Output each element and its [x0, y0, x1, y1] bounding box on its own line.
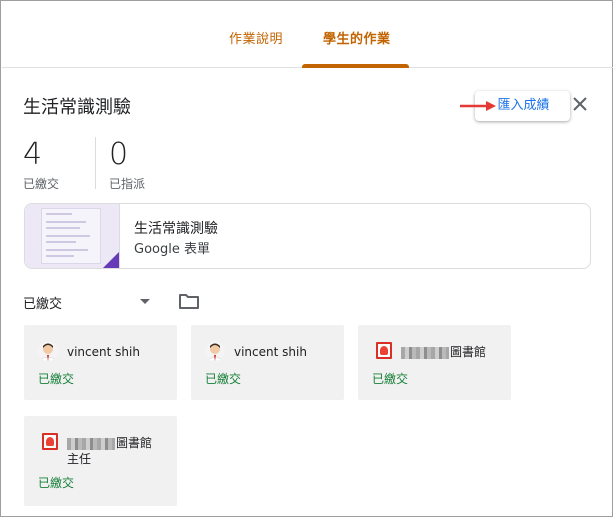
submission-status: 已繳交 [372, 372, 409, 386]
stats-divider [95, 137, 96, 189]
forms-corner-icon [103, 252, 119, 268]
redacted-name [67, 437, 115, 450]
student-name-line2: 主任 [67, 452, 92, 466]
dialog-frame: 作業說明 學生的作業 生活常識測驗 匯入成績 4 已繳交 0 已指派 生活常識測… [0, 0, 613, 517]
library-icon [376, 342, 392, 359]
person-avatar [205, 341, 225, 361]
student-name: vincent shih [234, 345, 307, 359]
redacted-name [401, 346, 449, 359]
assigned-label: 已指派 [109, 177, 146, 191]
assigned-count[interactable]: 0 [109, 137, 128, 172]
chevron-down-icon[interactable] [140, 299, 150, 304]
folder-icon[interactable] [179, 293, 199, 309]
tab-student-work[interactable]: 學生的作業 [323, 28, 391, 47]
submitted-count[interactable]: 4 [23, 137, 42, 172]
status-filter[interactable]: 已繳交 [23, 293, 62, 312]
student-card[interactable]: vincent shih 已繳交 [191, 325, 344, 400]
red-arrow-icon [460, 101, 496, 111]
person-avatar [38, 341, 58, 361]
close-icon[interactable] [570, 94, 590, 114]
student-card[interactable]: 圖書館 已繳交 [358, 325, 511, 400]
tab-bar: 作業說明 學生的作業 [2, 2, 613, 68]
student-name-row: 圖書館 [401, 344, 486, 360]
tab-instructions[interactable]: 作業說明 [229, 28, 283, 47]
attachment-title: 生活常識測驗 [134, 221, 218, 237]
attachment-card[interactable]: 生活常識測驗 Google 表單 [24, 203, 591, 269]
active-tab-indicator [302, 64, 409, 68]
student-name: 圖書館 [116, 436, 153, 450]
submission-status: 已繳交 [205, 372, 242, 386]
submitted-label: 已繳交 [23, 177, 60, 191]
form-thumbnail [25, 204, 120, 268]
student-name-row: 圖書館 主任 [67, 435, 152, 467]
form-preview [41, 208, 101, 264]
attachment-type: Google 表單 [134, 242, 210, 257]
student-name: vincent shih [67, 345, 140, 359]
submission-status: 已繳交 [38, 476, 75, 490]
page-title: 生活常識測驗 [23, 97, 131, 118]
student-name: 圖書館 [450, 345, 487, 359]
student-card[interactable]: vincent shih 已繳交 [24, 325, 177, 400]
student-card[interactable]: 圖書館 主任 已繳交 [24, 416, 177, 506]
library-icon [42, 433, 58, 450]
submission-status: 已繳交 [38, 372, 75, 386]
